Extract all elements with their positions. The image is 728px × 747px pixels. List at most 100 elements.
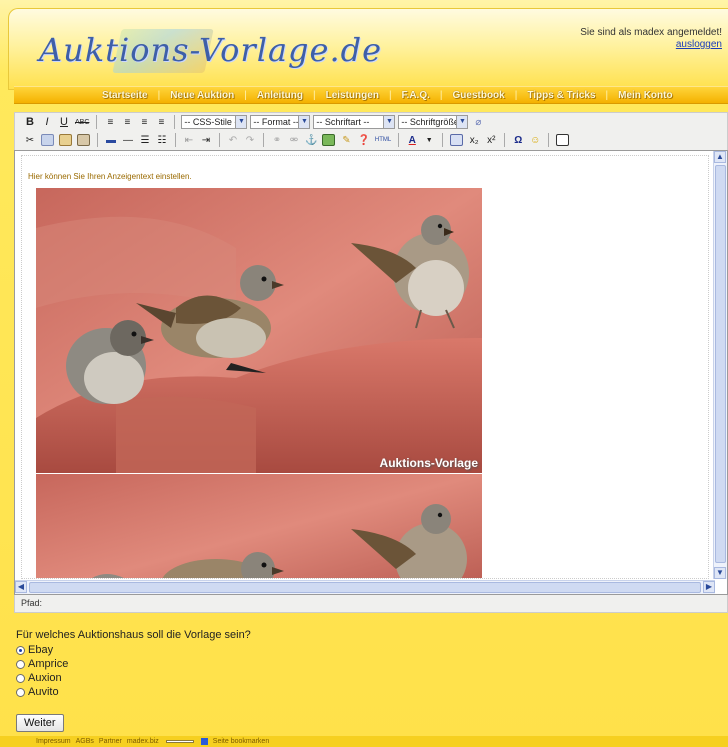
- sparrows-photo: Auktions-Vorlage: [36, 188, 482, 473]
- footer-link-partner[interactable]: Partner: [99, 738, 122, 745]
- align-left-icon[interactable]: ≡: [103, 115, 117, 130]
- path-label: Pfad:: [21, 598, 43, 608]
- chevron-down-icon: ▼: [456, 116, 468, 128]
- horizontal-scrollbar[interactable]: ◀ ▶: [15, 580, 715, 594]
- radio-option-amprice[interactable]: Amprice: [16, 657, 68, 671]
- footer-link-madex[interactable]: madex.biz: [127, 738, 159, 745]
- copy-icon[interactable]: [40, 133, 55, 148]
- nav-item-neue-auktion[interactable]: Neue Auktion: [160, 90, 244, 101]
- rich-text-editor[interactable]: Hier können Sie Ihren Anzeigentext einst…: [14, 150, 728, 595]
- redo-icon[interactable]: ↷: [243, 133, 257, 148]
- bookmark-icon[interactable]: [200, 738, 208, 745]
- fullscreen-icon[interactable]: [555, 133, 570, 148]
- editor-content-area[interactable]: Hier können Sie Ihren Anzeigentext einst…: [21, 155, 709, 579]
- font-family-select[interactable]: -- Schriftart -- ▼: [313, 115, 396, 129]
- toolbar-separator: [548, 133, 550, 147]
- cut-icon[interactable]: ✂: [23, 133, 37, 148]
- radio-button[interactable]: [16, 673, 25, 683]
- help-icon[interactable]: ❓: [356, 133, 370, 148]
- format-select[interactable]: -- Format -- ▼: [250, 115, 311, 129]
- footer-slider[interactable]: [165, 740, 194, 743]
- radio-button[interactable]: [16, 687, 25, 697]
- horizontal-rule-icon[interactable]: ▬: [104, 133, 118, 148]
- nav-item-anleitung[interactable]: Anleitung: [247, 90, 313, 101]
- superscript-button[interactable]: x²: [484, 133, 498, 148]
- toolbar-separator: [96, 115, 98, 129]
- text-color-icon[interactable]: A: [405, 133, 419, 148]
- toolbar-row-1: B I U ABC ≡ ≡ ≡ ≡ -- CSS-Stile -- ▼ -- Fo…: [15, 113, 727, 131]
- link-icon[interactable]: ⚭: [270, 133, 284, 148]
- cleanup-brush-icon[interactable]: ✎: [339, 133, 353, 148]
- login-status: Sie sind als madex angemeldet!: [580, 27, 722, 38]
- scroll-left-icon[interactable]: ◀: [15, 581, 27, 593]
- login-info: Sie sind als madex angemeldet! ausloggen: [580, 27, 722, 51]
- numbered-list-icon[interactable]: ☷: [155, 133, 169, 148]
- align-justify-icon[interactable]: ≡: [154, 115, 168, 130]
- chevron-down-icon[interactable]: ▼: [422, 133, 436, 148]
- toolbar-separator: [504, 133, 506, 147]
- html-source-button[interactable]: HTML: [374, 133, 392, 148]
- toolbar-separator: [219, 133, 220, 147]
- anchor-icon[interactable]: ⚓: [304, 133, 318, 148]
- cleanup-icon[interactable]: ⌀: [471, 115, 485, 130]
- sparrows-photo-2: [36, 474, 482, 578]
- radio-option-ebay[interactable]: Ebay: [16, 643, 68, 657]
- unlink-icon[interactable]: ⚮: [287, 133, 301, 148]
- toolbar-row-2: ✂ ▬ — ☰ ☷ ⇤ ⇥ ↶ ↷ ⚭ ⚮ ⚓ ✎ ❓ HTML A ▼ x₂ …: [15, 131, 727, 149]
- auction-house-radio-group: Ebay Amprice Auxion Auvito: [16, 643, 68, 699]
- bold-button[interactable]: B: [23, 115, 37, 130]
- align-right-icon[interactable]: ≡: [137, 115, 151, 130]
- indent-icon[interactable]: ⇥: [199, 133, 213, 148]
- radio-button[interactable]: [16, 645, 25, 655]
- nav-item-leistungen[interactable]: Leistungen: [316, 90, 389, 101]
- logo-text: Auktions-Vorlage.de: [39, 31, 383, 69]
- weiter-button[interactable]: Weiter: [16, 714, 64, 732]
- table-icon[interactable]: [449, 133, 464, 148]
- editor-path-bar: Pfad:: [14, 595, 728, 613]
- logout-link[interactable]: ausloggen: [580, 39, 722, 51]
- radio-option-auvito[interactable]: Auvito: [16, 685, 68, 699]
- vertical-scrollbar[interactable]: ▲ ▼: [713, 151, 727, 579]
- toolbar-separator: [398, 133, 400, 147]
- chevron-down-icon: ▼: [235, 116, 247, 128]
- undo-icon[interactable]: ↶: [226, 133, 240, 148]
- italic-button[interactable]: I: [40, 115, 54, 130]
- site-logo[interactable]: Auktions-Vorlage.de: [31, 27, 381, 75]
- radio-option-auxion[interactable]: Auxion: [16, 671, 68, 685]
- font-size-select[interactable]: -- Schriftgröße -- ▼: [398, 115, 469, 129]
- scroll-down-icon[interactable]: ▼: [714, 567, 726, 579]
- nav-item-startseite[interactable]: Startseite: [92, 90, 158, 101]
- scroll-up-icon[interactable]: ▲: [714, 151, 726, 163]
- paste-icon[interactable]: [58, 133, 73, 148]
- nav-item-mein-konto[interactable]: Mein Konto: [608, 90, 682, 101]
- css-styles-select[interactable]: -- CSS-Stile -- ▼: [181, 115, 248, 129]
- subscript-button[interactable]: x₂: [467, 133, 481, 148]
- outdent-icon[interactable]: ⇤: [182, 133, 196, 148]
- line-icon[interactable]: —: [121, 133, 135, 148]
- radio-button[interactable]: [16, 659, 25, 669]
- toolbar-separator: [263, 133, 264, 147]
- smiley-icon[interactable]: ☺: [528, 133, 542, 148]
- special-char-button[interactable]: Ω: [511, 133, 525, 148]
- vertical-scroll-thumb[interactable]: [715, 165, 726, 563]
- bookmark-link[interactable]: Seite bookmarken: [213, 738, 269, 745]
- strikethrough-button[interactable]: ABC: [74, 115, 90, 130]
- nav-item-guestbook[interactable]: Guestbook: [443, 90, 515, 101]
- footer-link-agbs[interactable]: AGBs: [76, 738, 94, 745]
- page-header: Auktions-Vorlage.de Sie sind als madex a…: [8, 8, 728, 90]
- auction-house-question: Für welches Auktionshaus soll die Vorlag…: [16, 629, 251, 641]
- editor-toolbar: B I U ABC ≡ ≡ ≡ ≡ -- CSS-Stile -- ▼ -- Fo…: [14, 112, 728, 150]
- toolbar-separator: [174, 115, 176, 129]
- chevron-down-icon: ▼: [298, 116, 310, 128]
- bullet-list-icon[interactable]: ☰: [138, 133, 152, 148]
- photo-watermark: Auktions-Vorlage: [379, 456, 478, 470]
- paste-word-icon[interactable]: [76, 133, 91, 148]
- nav-item-tipps[interactable]: Tipps & Tricks: [517, 90, 605, 101]
- image-icon[interactable]: [321, 133, 336, 148]
- align-center-icon[interactable]: ≡: [120, 115, 134, 130]
- footer-link-impressum[interactable]: Impressum: [36, 738, 71, 745]
- horizontal-scroll-thumb[interactable]: [29, 582, 701, 593]
- nav-item-faq[interactable]: F.A.Q.: [392, 90, 440, 101]
- scroll-right-icon[interactable]: ▶: [703, 581, 715, 593]
- underline-button[interactable]: U: [57, 115, 71, 130]
